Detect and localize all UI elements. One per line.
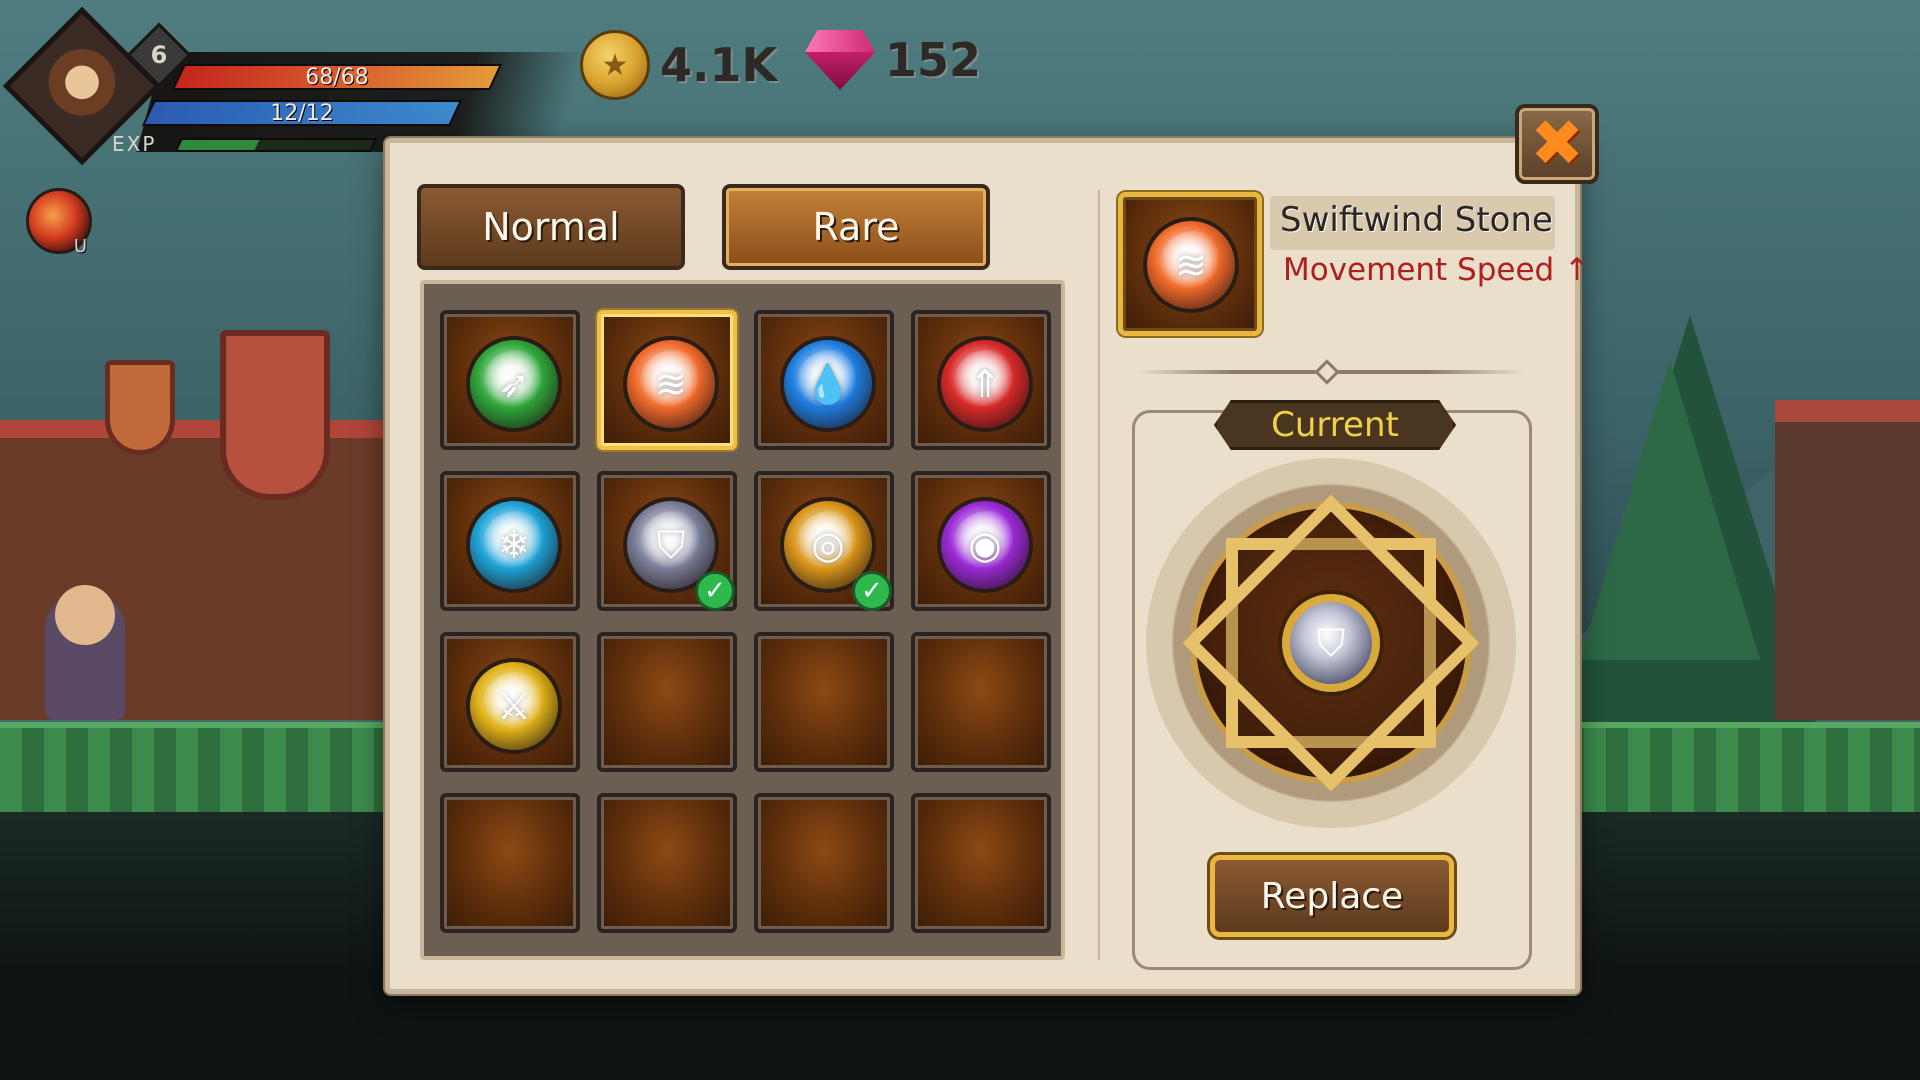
empty-stone-slot[interactable] — [597, 632, 737, 772]
flame-tree-icon: ⇑ — [937, 336, 1033, 432]
panel-divider — [1098, 190, 1100, 960]
stone-glyph: ➶ — [498, 362, 530, 406]
gold-value: 4.1K — [660, 38, 778, 92]
stone-grid: ➶ ≋ 💧 ⇑ ❄ ⛉ ✓ ◎ ✓ ◉ ⚔ — [420, 280, 1065, 960]
selected-stone-name: Swiftwind Stone — [1280, 200, 1553, 240]
stone-glyph: ≋ — [655, 362, 687, 406]
current-label: Current — [1214, 400, 1456, 450]
empty-stone-slot[interactable] — [754, 632, 894, 772]
selected-stone-frame: ≋ — [1118, 192, 1262, 336]
empty-stone-slot[interactable] — [911, 632, 1051, 772]
gem-counter: 152 — [805, 30, 981, 90]
stone-slot[interactable]: ◉ — [911, 471, 1051, 611]
stone-slot[interactable]: ➶ — [440, 310, 580, 450]
stone-slot[interactable]: ⇑ — [911, 310, 1051, 450]
gold-counter: ★ 4.1K — [580, 30, 777, 100]
empty-stone-slot[interactable] — [440, 793, 580, 933]
empty-stone-slot[interactable] — [911, 793, 1051, 933]
shield-icon[interactable]: ⛉ — [1282, 594, 1380, 692]
stone-slot[interactable]: ⛉ ✓ — [597, 471, 737, 611]
fire-skill-button[interactable]: U — [26, 188, 92, 257]
hp-text: 68/68 — [305, 64, 369, 90]
empty-stone-slot[interactable] — [754, 793, 894, 933]
stone-glyph: ⇑ — [969, 362, 1001, 406]
close-icon: ✖ — [1530, 107, 1584, 181]
hp-bar: 68/68 — [171, 64, 503, 90]
stone-slot[interactable]: ◎ ✓ — [754, 471, 894, 611]
sword-burst-icon: ⚔ — [466, 658, 562, 754]
exp-bar — [174, 138, 378, 152]
stone-glyph: ⛉ — [656, 522, 686, 567]
selected-stone-effect: Movement Speed ↑ — [1283, 252, 1591, 288]
winged-boot-icon: ➶ — [466, 336, 562, 432]
equipped-check-icon: ✓ — [695, 571, 735, 611]
stone-slot[interactable]: ❄ — [440, 471, 580, 611]
swiftwind-swirl-icon: ≋ — [623, 336, 719, 432]
swiftwind-swirl-icon: ≋ — [1143, 217, 1239, 313]
stall-banner — [220, 330, 330, 500]
equipped-check-icon: ✓ — [852, 571, 892, 611]
replace-button[interactable]: Replace — [1210, 855, 1454, 937]
villager-head — [55, 585, 115, 645]
stone-glyph: ◎ — [811, 523, 845, 567]
snowflake-icon: ❄ — [466, 497, 562, 593]
stone-slot[interactable]: ≋ — [597, 310, 737, 450]
stone-slot[interactable]: 💧 — [754, 310, 894, 450]
house — [1775, 400, 1920, 720]
stall-banner — [105, 360, 175, 455]
eye-icon: ◉ — [937, 497, 1033, 593]
stone-glyph: ❄ — [498, 523, 530, 567]
exp-label: EXP — [112, 132, 157, 156]
gem-value: 152 — [885, 33, 982, 87]
gold-coin-icon: ★ — [580, 30, 650, 100]
tab-rare[interactable]: Rare — [722, 184, 990, 270]
water-drop-icon: 💧 — [780, 336, 876, 432]
tab-normal[interactable]: Normal — [417, 184, 685, 270]
stone-slot[interactable]: ⚔ — [440, 632, 580, 772]
mp-bar: 12/12 — [141, 100, 463, 126]
pine-tree — [1580, 360, 1760, 660]
stone-glyph: 💧 — [804, 361, 852, 406]
skill-hotkey: U — [73, 236, 87, 257]
level-value: 6 — [150, 41, 168, 69]
gem-icon — [805, 30, 875, 90]
close-button[interactable]: ✖ — [1515, 104, 1599, 184]
empty-stone-slot[interactable] — [597, 793, 737, 933]
exp-bar-fill — [177, 140, 260, 150]
avatar — [44, 49, 119, 123]
stone-glyph: ◉ — [968, 523, 1002, 567]
stone-glyph: ⚔ — [496, 684, 532, 728]
mp-text: 12/12 — [270, 100, 334, 126]
